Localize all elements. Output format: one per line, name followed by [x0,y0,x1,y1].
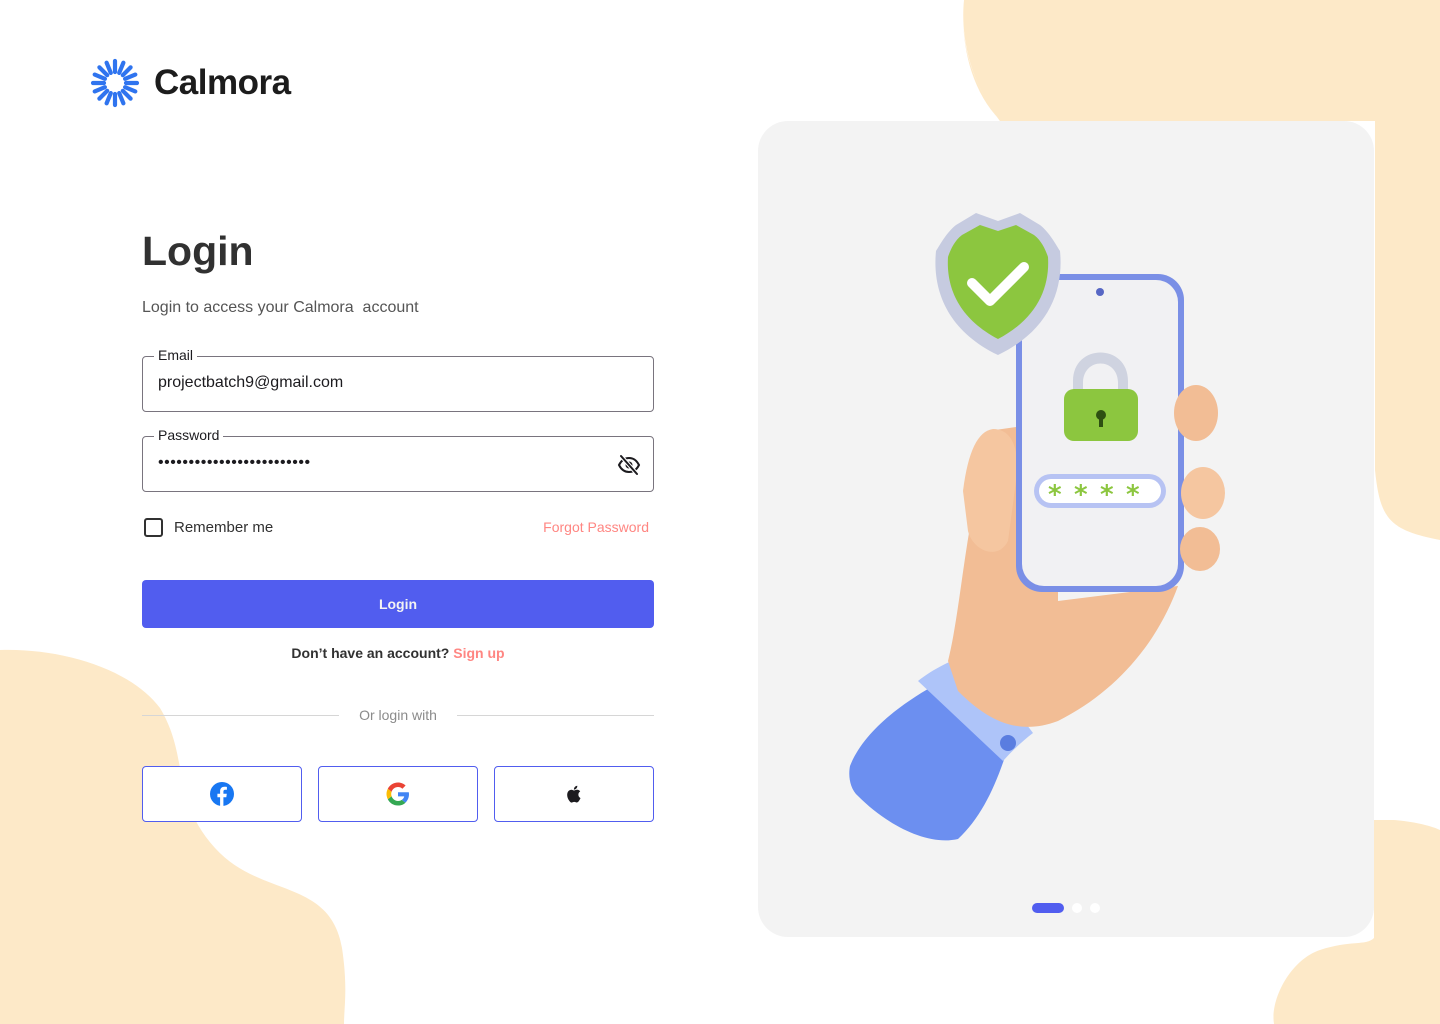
email-value[interactable]: projectbatch9@gmail.com [158,374,343,392]
remember-label[interactable]: Remember me [174,519,273,536]
signup-link[interactable]: Sign up [453,645,504,661]
brand-logo[interactable]: Calmora [90,58,291,108]
page-title: Login [142,228,254,274]
social-login-buttons [142,766,654,822]
google-login-button[interactable] [318,766,478,822]
email-field[interactable]: Email projectbatch9@gmail.com [142,347,654,412]
apple-login-button[interactable] [494,766,654,822]
carousel-dot-2[interactable] [1072,903,1082,913]
password-value[interactable]: ••••••••••••••••••••••••• [158,454,311,472]
illustration-carousel: * * * * [758,121,1374,937]
apple-icon [567,785,581,803]
carousel-dot-1[interactable] [1032,903,1064,913]
svg-text:*: * [1126,480,1140,510]
page-subtitle: Login to access your Calmora account [142,299,419,316]
sunburst-logo-icon [90,58,140,108]
login-button[interactable]: Login [142,580,654,628]
password-label: Password [154,427,224,443]
facebook-login-button[interactable] [142,766,302,822]
google-icon [386,782,409,806]
svg-text:*: * [1048,480,1062,510]
carousel-dot-3[interactable] [1090,903,1100,913]
social-divider: Or login with [142,705,654,725]
options-row: Remember me Forgot Password [142,517,654,539]
forgot-password-link[interactable]: Forgot Password [543,519,649,535]
eye-off-icon[interactable] [617,453,641,477]
svg-text:*: * [1074,480,1088,510]
hand-holding-phone-illustration: * * * * [849,213,1225,841]
password-field[interactable]: Password ••••••••••••••••••••••••• [142,427,654,492]
brand-name: Calmora [154,63,291,102]
divider-line-right [457,715,654,716]
facebook-icon [210,782,234,806]
email-label: Email [154,347,198,363]
remember-checkbox[interactable] [144,518,163,537]
signup-row: Don’t have an account? Sign up [142,645,654,661]
carousel-dots [758,903,1374,915]
signup-prompt: Don’t have an account? [291,645,450,661]
svg-text:*: * [1100,480,1114,510]
